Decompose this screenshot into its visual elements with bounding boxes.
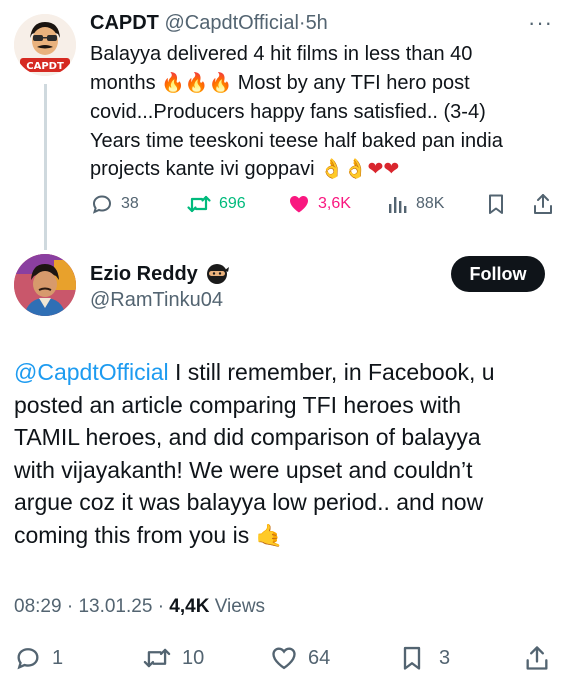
parent-tweet-header: CAPDT @CapdtOfficial·5h bbox=[90, 12, 328, 35]
thread-line bbox=[44, 84, 47, 250]
bookmark-icon bbox=[403, 646, 421, 670]
meta-separator: · bbox=[66, 596, 74, 617]
text-segment: Most by any TFI hero post bbox=[237, 71, 470, 94]
parent-tweet-text: Balayya delivered 4 hit films in less th… bbox=[90, 40, 550, 185]
fire-emoji: 🔥 bbox=[184, 72, 209, 94]
header-separator: · bbox=[298, 12, 306, 34]
ninja-icon bbox=[206, 264, 229, 284]
tweet-time[interactable]: 08:29 bbox=[14, 596, 62, 617]
analytics-icon bbox=[389, 197, 407, 213]
like-count: 64 bbox=[308, 646, 331, 669]
author-handle[interactable]: @CapdtOfficial bbox=[164, 12, 298, 34]
like-button[interactable]: 3,6K bbox=[287, 192, 351, 216]
text-line: coming this from you is 🤙 bbox=[14, 519, 554, 553]
tweet-metadata: 08:29 · 13.01.25 · 4,4K Views bbox=[14, 596, 265, 618]
reply-action-bar: 1 10 64 3 bbox=[14, 644, 559, 674]
text-line: @CapdtOfficial I still remember, in Face… bbox=[14, 356, 554, 389]
reply-author-name-row[interactable]: Ezio Reddy bbox=[90, 262, 230, 286]
share-icon bbox=[534, 194, 552, 214]
text-line: posted an article comparing TFI heroes w… bbox=[14, 391, 462, 418]
repost-button[interactable]: 696 bbox=[186, 192, 246, 216]
view-count: 88K bbox=[416, 195, 445, 212]
heart-icon bbox=[272, 647, 296, 670]
like-count: 3,6K bbox=[318, 195, 351, 212]
like-button[interactable]: 64 bbox=[270, 644, 330, 672]
text-line: argue coz it was balayya low period.. an… bbox=[14, 489, 484, 515]
tweet-date[interactable]: 13.01.25 bbox=[78, 596, 152, 617]
bookmark-button[interactable] bbox=[485, 192, 507, 216]
fire-emoji: 🔥 bbox=[161, 72, 185, 94]
text-line: projects kante ivi goppavi 👌👌❤❤ bbox=[90, 155, 550, 185]
repost-count: 10 bbox=[182, 646, 205, 669]
text-segment: months bbox=[90, 71, 156, 94]
bookmark-count: 3 bbox=[439, 646, 451, 669]
reply-author-handle[interactable]: @RamTinku04 bbox=[90, 289, 223, 312]
parent-action-bar: 38 696 3,6K 88K bbox=[90, 192, 560, 220]
text-segment: coming this from you is bbox=[14, 521, 250, 548]
text-line: months 🔥🔥🔥 Most by any TFI hero post bbox=[90, 69, 550, 99]
reply-icon bbox=[17, 648, 39, 670]
share-button[interactable] bbox=[532, 192, 554, 216]
text-line: with vijayakanth! We were upset and coul… bbox=[14, 456, 473, 483]
share-icon bbox=[526, 646, 548, 670]
call-me-hand-emoji: 🤙 bbox=[255, 522, 283, 548]
text-segment: I still remember, in Facebook, u bbox=[175, 359, 495, 385]
bookmark-button[interactable]: 3 bbox=[399, 644, 450, 672]
text-line: Years time teeskoni teese half baked pan… bbox=[90, 129, 503, 152]
heart-emoji: ❤ bbox=[367, 159, 384, 180]
heart-emoji: ❤ bbox=[383, 159, 400, 180]
views-button[interactable]: 88K bbox=[387, 192, 444, 216]
reply-button[interactable]: 38 bbox=[90, 192, 139, 216]
views-count: 4,4K bbox=[169, 596, 210, 617]
reply-author-name[interactable]: Ezio Reddy bbox=[90, 263, 198, 286]
share-button[interactable] bbox=[524, 644, 550, 672]
reply-tweet-text: @CapdtOfficial I still remember, in Face… bbox=[14, 356, 554, 552]
capdt-avatar[interactable]: CAPDT bbox=[14, 14, 76, 76]
meta-separator: · bbox=[157, 596, 165, 617]
mention-link[interactable]: @CapdtOfficial bbox=[14, 359, 169, 385]
views-label: Views bbox=[214, 596, 266, 617]
repost-count: 696 bbox=[219, 195, 246, 212]
reply-icon bbox=[92, 195, 112, 214]
reply-button[interactable]: 1 bbox=[14, 644, 63, 672]
text-line: covid...Producers happy fans satisfied..… bbox=[90, 101, 486, 123]
author-name[interactable]: CAPDT bbox=[90, 12, 159, 34]
ok-hand-emoji: 👌 bbox=[343, 159, 368, 180]
repost-icon bbox=[143, 648, 171, 668]
reply-count: 1 bbox=[52, 646, 64, 669]
reply-count: 38 bbox=[121, 195, 139, 212]
text-line: Balayya delivered 4 hit films in less th… bbox=[90, 43, 473, 65]
ok-hand-emoji: 👌 bbox=[320, 159, 344, 180]
heart-filled-icon bbox=[290, 196, 308, 213]
more-options-icon[interactable]: ··· bbox=[528, 10, 553, 36]
text-segment: projects kante ivi goppavi bbox=[90, 158, 315, 180]
repost-button[interactable]: 10 bbox=[142, 644, 204, 672]
text-line: TAMIL heroes, and did comparison of bala… bbox=[14, 424, 481, 450]
bookmark-icon bbox=[489, 194, 503, 214]
repost-icon bbox=[187, 195, 211, 213]
avatar-logo-text: CAPDT bbox=[26, 61, 64, 72]
ezio-reddy-avatar[interactable] bbox=[14, 254, 76, 316]
tweet-time[interactable]: 5h bbox=[306, 12, 328, 34]
fire-emoji: 🔥 bbox=[208, 72, 233, 94]
follow-button[interactable]: Follow bbox=[451, 256, 545, 292]
